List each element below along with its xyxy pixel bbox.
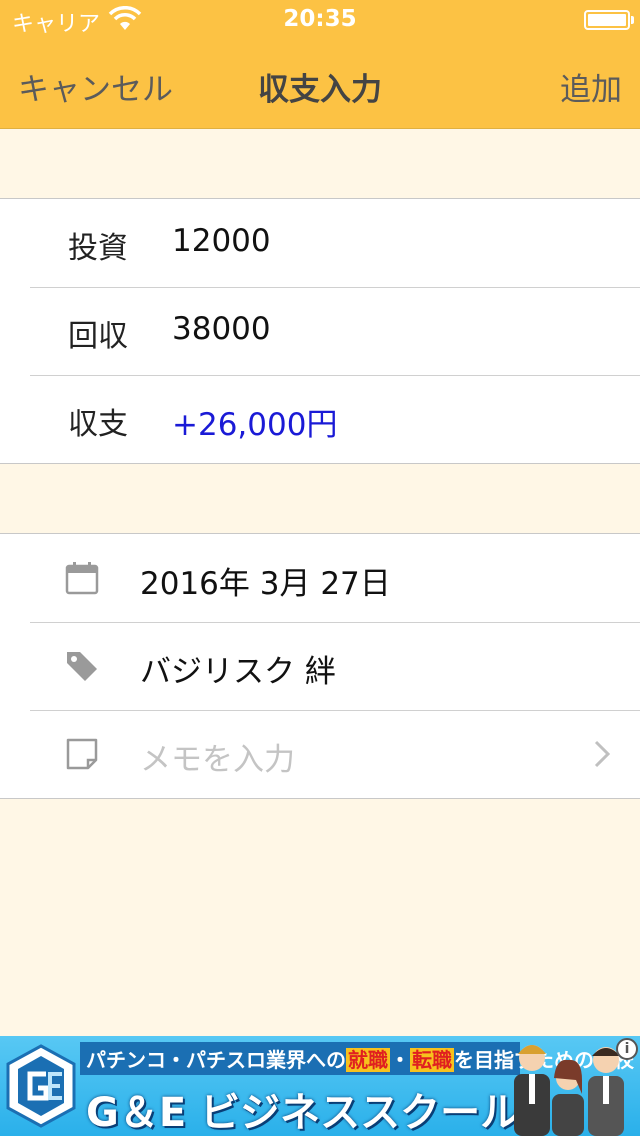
navigation-bar: キャンセル 収支入力 追加 — [0, 40, 640, 129]
ad-tagline-pre: パチンコ・パチスロ業界への — [86, 1048, 346, 1072]
note-icon — [66, 738, 98, 770]
investment-row[interactable]: 投資 12000 — [0, 199, 640, 287]
balance-label: 収支 — [68, 407, 128, 442]
chevron-right-icon — [594, 740, 610, 768]
ge-logo-icon — [6, 1044, 76, 1128]
ad-title: G＆E ビジネススクール — [86, 1090, 521, 1136]
balance-value: +26,000円 — [172, 407, 338, 443]
ad-people-illustration — [514, 1045, 624, 1136]
battery-icon — [584, 10, 634, 30]
clock: 20:35 — [283, 6, 357, 32]
machine-row[interactable]: バジリスク 絆 — [0, 622, 640, 710]
investment-label: 投資 — [68, 231, 128, 266]
ad-tagline-highlight-2: 転職 — [410, 1048, 454, 1072]
summary-group: 投資 12000 回収 38000 収支 +26,000円 — [0, 198, 640, 464]
return-field[interactable]: 38000 — [172, 311, 271, 347]
calendar-icon — [65, 562, 99, 595]
page-title: 収支入力 — [258, 72, 382, 108]
memo-row[interactable]: メモを入力 — [0, 710, 640, 798]
date-row[interactable]: 2016年 3月 27日 — [0, 534, 640, 622]
date-value[interactable]: 2016年 3月 27日 — [140, 558, 391, 603]
ad-tagline: パチンコ・パチスロ業界への就職・転職を目指すための学校 — [80, 1042, 634, 1075]
details-group: 2016年 3月 27日 バジリスク 絆 メモを入力 — [0, 533, 640, 799]
memo-input[interactable]: メモを入力 — [140, 734, 295, 779]
ad-tagline-highlight-1: 就職 — [346, 1048, 390, 1072]
tag-icon — [67, 652, 97, 681]
machine-value[interactable]: バジリスク 絆 — [140, 646, 336, 691]
ad-tagline-sep: ・ — [390, 1048, 410, 1072]
investment-field[interactable]: 12000 — [172, 223, 271, 259]
ad-info-icon[interactable]: i — [616, 1038, 638, 1060]
add-button[interactable]: 追加 — [560, 64, 622, 109]
return-label: 回収 — [68, 319, 128, 354]
ad-banner[interactable]: パチンコ・パチスロ業界への就職・転職を目指すための学校 G＆E ビジネススクール… — [0, 1036, 640, 1136]
return-row[interactable]: 回収 38000 — [0, 287, 640, 375]
balance-row: 収支 +26,000円 — [0, 375, 640, 463]
status-bar: キャリア 20:35 — [0, 0, 640, 40]
